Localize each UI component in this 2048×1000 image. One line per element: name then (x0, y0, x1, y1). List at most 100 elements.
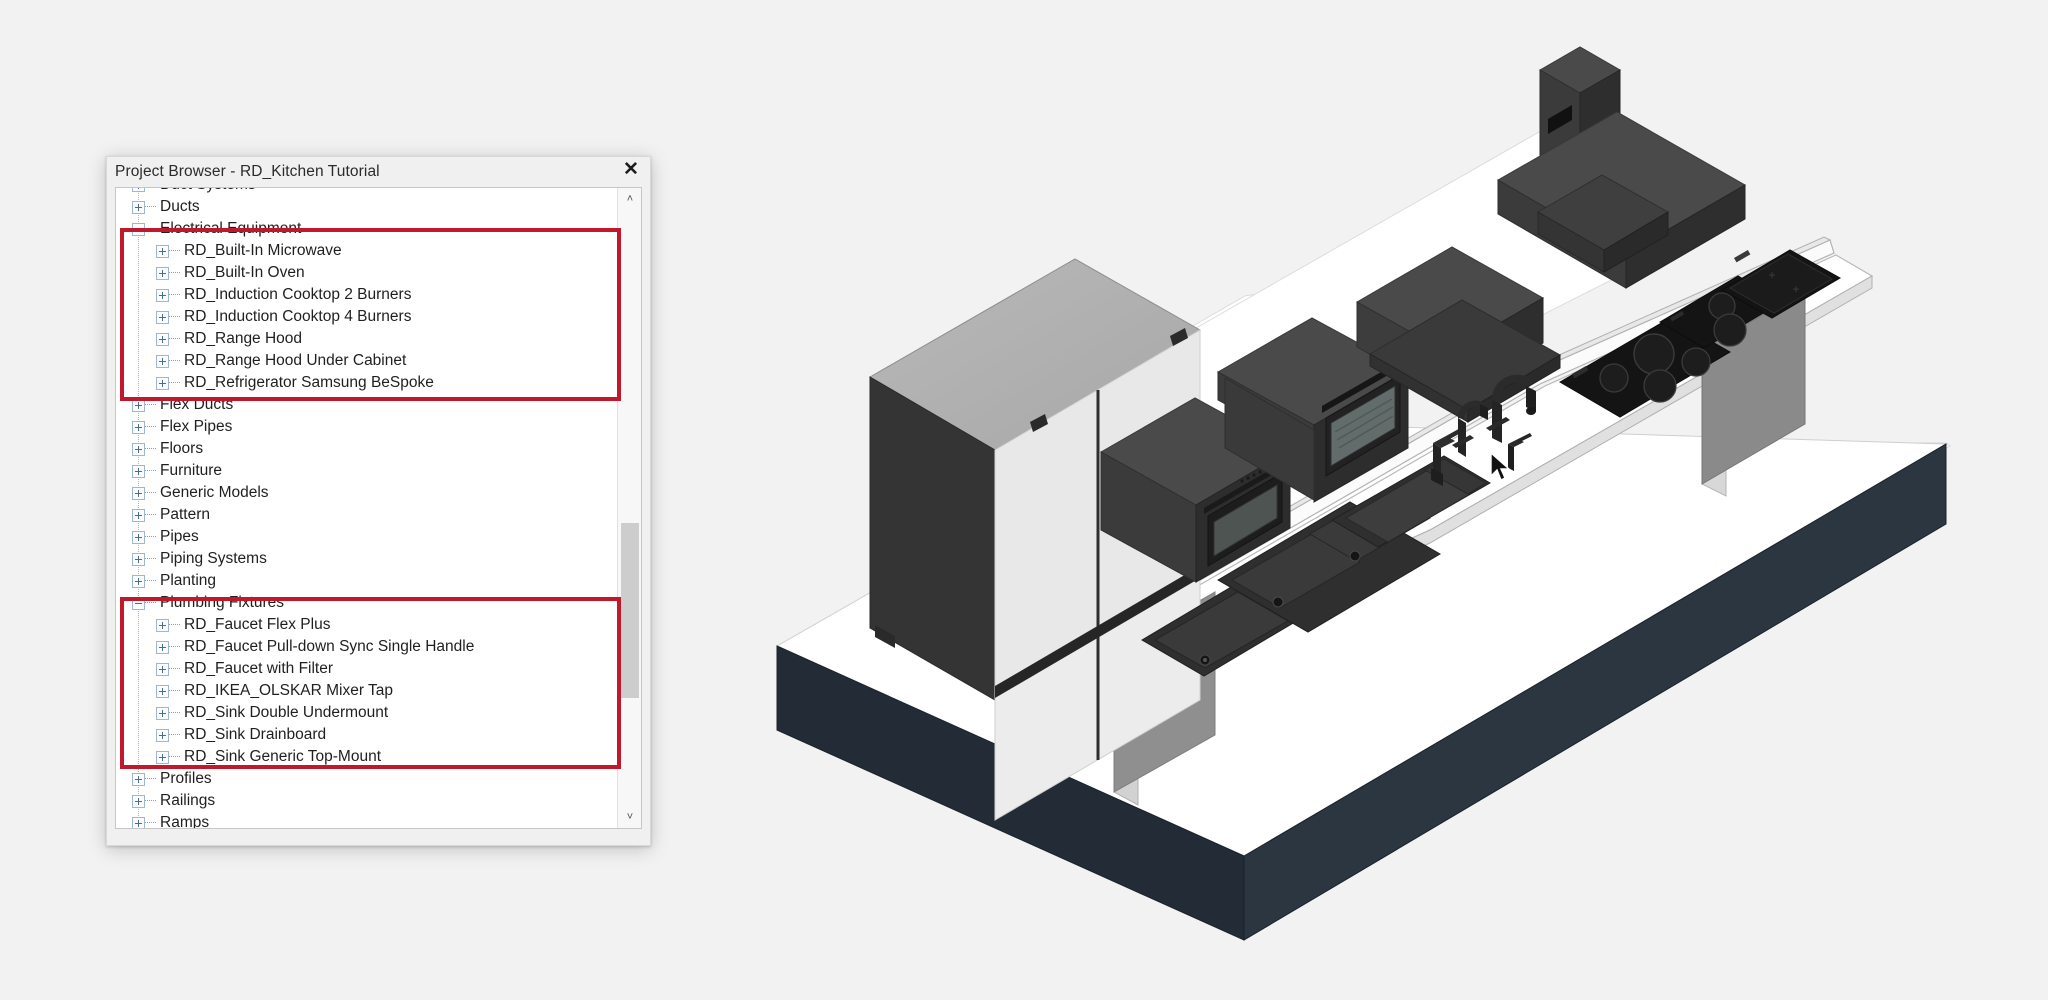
tree-node[interactable]: RD_Faucet Pull-down Sync Single Handle (116, 636, 617, 658)
tree-node-label: RD_Faucet Flex Plus (184, 616, 331, 633)
tree-node[interactable]: RD_Range Hood (116, 328, 617, 350)
tree-node-label: Piping Systems (160, 550, 267, 567)
expand-plus-icon[interactable] (132, 200, 145, 214)
expand-plus-icon[interactable] (132, 486, 145, 500)
tree-dash-connector (145, 514, 156, 516)
scrollbar-thumb[interactable] (621, 523, 639, 698)
tree-node[interactable]: RD_Sink Drainboard (116, 724, 617, 746)
expand-plus-icon[interactable] (156, 728, 169, 742)
tree-node[interactable]: RD_Built-In Oven (116, 262, 617, 284)
collapse-minus-icon[interactable] (132, 596, 145, 610)
tree-node[interactable]: RD_Faucet Flex Plus (116, 614, 617, 636)
collapse-minus-icon[interactable] (132, 222, 145, 236)
tree-node-label: Furniture (160, 462, 223, 479)
tree-node-label: Planting (160, 572, 217, 589)
tree-dash-connector (145, 492, 156, 494)
expand-plus-icon[interactable] (156, 354, 169, 368)
tree-node[interactable]: Flex Ducts (116, 394, 617, 416)
panel-body: Duct Systems Ducts Electrical Equipment RD_… (115, 187, 642, 829)
expand-plus-icon[interactable] (132, 574, 145, 588)
expand-plus-icon[interactable] (132, 188, 145, 192)
tree-node-label: RD_Sink Drainboard (184, 726, 327, 743)
tree-node[interactable]: Pattern (116, 504, 617, 526)
tree-node[interactable]: Plumbing Fixtures (116, 592, 617, 614)
tree-node[interactable]: RD_IKEA_OLSKAR Mixer Tap (116, 680, 617, 702)
tree-node-label: RD_Sink Generic Top-Mount (184, 748, 381, 765)
tree-node[interactable]: Generic Models (116, 482, 617, 504)
tree-dash-connector (169, 316, 180, 318)
tree-dash-connector (145, 448, 156, 450)
tree-dash-connector (169, 690, 180, 692)
expand-plus-icon[interactable] (132, 464, 145, 478)
scroll-up-arrow-icon[interactable]: ˄ (618, 188, 641, 210)
tree-node[interactable]: RD_Sink Double Undermount (116, 702, 617, 724)
tree-node[interactable]: Profiles (116, 768, 617, 790)
tree-dash-connector (145, 558, 156, 560)
tree-node[interactable]: Ramps (116, 812, 617, 828)
expand-plus-icon[interactable] (156, 288, 169, 302)
tree-dash-connector (145, 536, 156, 538)
tree-dash-connector (169, 756, 180, 758)
tree-node[interactable]: Duct Systems (116, 188, 617, 196)
expand-plus-icon[interactable] (132, 772, 145, 786)
close-icon[interactable]: ✕ (620, 158, 642, 180)
expand-plus-icon[interactable] (156, 662, 169, 676)
project-browser-tree: Duct Systems Ducts Electrical Equipment RD_… (116, 188, 617, 828)
expand-plus-icon[interactable] (156, 706, 169, 720)
expand-plus-icon[interactable] (156, 618, 169, 632)
expand-plus-icon[interactable] (132, 420, 145, 434)
expand-plus-icon[interactable] (132, 442, 145, 456)
tree-node-label: Flex Pipes (160, 418, 233, 435)
svg-text:+: + (1768, 268, 1775, 282)
expand-plus-icon[interactable] (132, 530, 145, 544)
expand-plus-icon[interactable] (156, 750, 169, 764)
tree-dash-connector (145, 778, 156, 780)
tree-dash-connector (145, 602, 156, 604)
tree-dash-connector (145, 426, 156, 428)
tree-node[interactable]: Electrical Equipment (116, 218, 617, 240)
tree-node[interactable]: RD_Faucet with Filter (116, 658, 617, 680)
tree-node[interactable]: Planting (116, 570, 617, 592)
tree-scroll-viewport[interactable]: Duct Systems Ducts Electrical Equipment RD_… (116, 188, 617, 828)
tree-dash-connector (169, 624, 180, 626)
expand-plus-icon[interactable] (132, 794, 145, 808)
tree-node-label: RD_Induction Cooktop 2 Burners (184, 286, 412, 303)
tree-node[interactable]: RD_Induction Cooktop 2 Burners (116, 284, 617, 306)
expand-plus-icon[interactable] (156, 640, 169, 654)
tree-node-label: Generic Models (160, 484, 269, 501)
tree-node[interactable]: RD_Sink Generic Top-Mount (116, 746, 617, 768)
tree-node[interactable]: RD_Built-In Microwave (116, 240, 617, 262)
tree-dash-connector (169, 338, 180, 340)
tree-dash-connector (145, 206, 156, 208)
tree-node[interactable]: Railings (116, 790, 617, 812)
tree-dash-connector (145, 580, 156, 582)
expand-plus-icon[interactable] (132, 552, 145, 566)
project-browser-panel[interactable]: Project Browser - RD_Kitchen Tutorial ✕ … (106, 156, 651, 846)
expand-plus-icon[interactable] (132, 398, 145, 412)
tree-node-label: RD_Built-In Microwave (184, 242, 342, 259)
tree-node[interactable]: Floors (116, 438, 617, 460)
tree-node[interactable]: Furniture (116, 460, 617, 482)
tree-dash-connector (169, 712, 180, 714)
expand-plus-icon[interactable] (156, 310, 169, 324)
expand-plus-icon[interactable] (132, 508, 145, 522)
tree-dash-connector (145, 822, 156, 824)
vertical-scrollbar[interactable]: ˄ ˅ (617, 188, 641, 828)
expand-plus-icon[interactable] (156, 244, 169, 258)
tree-node[interactable]: Piping Systems (116, 548, 617, 570)
tree-node[interactable]: Pipes (116, 526, 617, 548)
tree-node[interactable]: Ducts (116, 196, 617, 218)
tree-node[interactable]: RD_Refrigerator Samsung BeSpoke (116, 372, 617, 394)
tree-node[interactable]: RD_Range Hood Under Cabinet (116, 350, 617, 372)
expand-plus-icon[interactable] (156, 684, 169, 698)
tree-node-label: Duct Systems (160, 188, 256, 194)
tree-node[interactable]: Flex Pipes (116, 416, 617, 438)
expand-plus-icon[interactable] (156, 332, 169, 346)
scroll-down-arrow-icon[interactable]: ˅ (618, 806, 641, 828)
expand-plus-icon[interactable] (156, 266, 169, 280)
tree-node[interactable]: RD_Induction Cooktop 4 Burners (116, 306, 617, 328)
expand-plus-icon[interactable] (156, 376, 169, 390)
panel-titlebar[interactable]: Project Browser - RD_Kitchen Tutorial ✕ (107, 157, 650, 187)
tree-node-label: Electrical Equipment (160, 220, 302, 237)
expand-plus-icon[interactable] (132, 816, 145, 828)
